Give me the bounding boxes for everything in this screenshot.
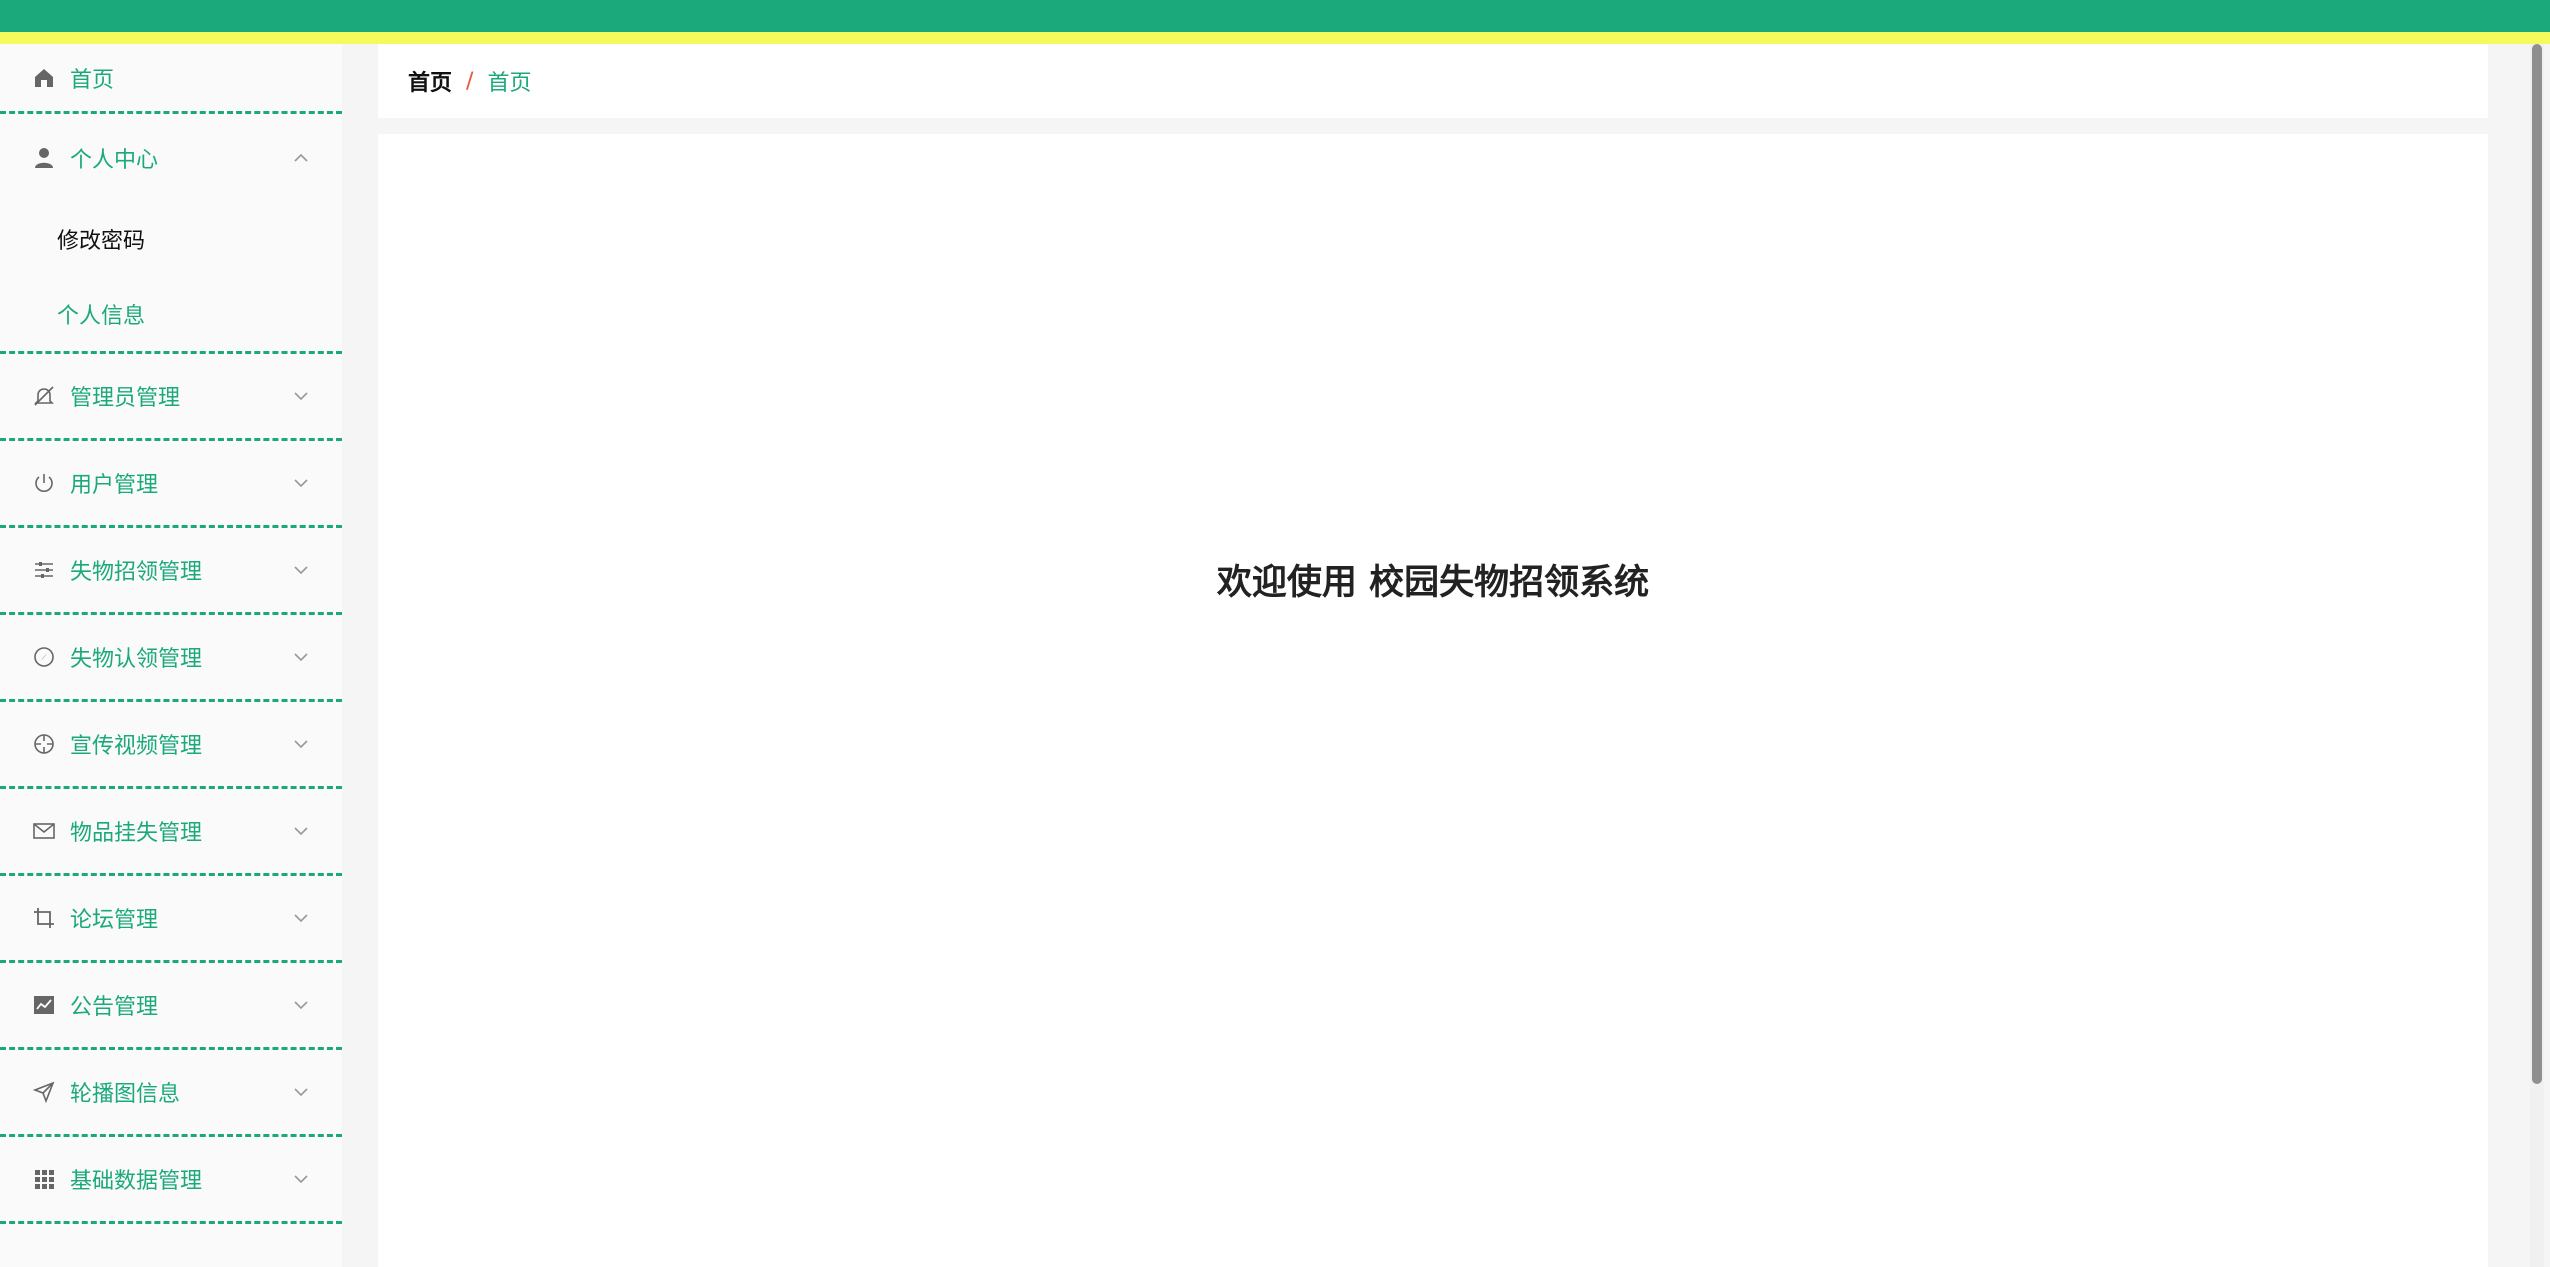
sidebar-item-label: 失物认领管理 [70, 647, 203, 672]
grid-icon [32, 1167, 56, 1191]
sidebar-item-label: 轮播图信息 [70, 1082, 181, 1107]
chevron-down-icon [292, 734, 310, 752]
bell-off-icon [32, 384, 56, 408]
sidebar-subitem-personal-info[interactable]: 个人信息 [0, 276, 342, 351]
top-header-bar [0, 0, 2550, 44]
sidebar-item-admin-management[interactable]: 管理员管理 [0, 354, 342, 441]
sidebar-item-label: 论坛管理 [70, 908, 159, 933]
sidebar-item-carousel-info[interactable]: 轮播图信息 [0, 1050, 342, 1137]
sidebar-item-basic-data-management[interactable]: 基础数据管理 [0, 1137, 342, 1224]
sidebar-item-label: 物品挂失管理 [70, 821, 203, 846]
sidebar-item-promo-video-management[interactable]: 宣传视频管理 [0, 702, 342, 789]
send-icon [32, 1080, 56, 1104]
sidebar-item-forum-management[interactable]: 论坛管理 [0, 876, 342, 963]
sliders-icon [32, 558, 56, 582]
crop-icon [32, 906, 56, 930]
sidebar-group-personal-center: 个人中心 修改密码 个人信息 [0, 114, 342, 354]
chevron-down-icon [292, 473, 310, 491]
compass-icon [32, 645, 56, 669]
sidebar-item-label: 公告管理 [70, 995, 159, 1020]
sidebar-item-lost-found-management[interactable]: 失物招领管理 [0, 528, 342, 615]
sidebar-item-personal-center[interactable]: 个人中心 [0, 114, 342, 201]
breadcrumb-current: 首页 [487, 71, 532, 96]
sidebar-item-notice-management[interactable]: 公告管理 [0, 963, 342, 1050]
sidebar-item-label: 首页 [70, 67, 115, 93]
sidebar-item-home[interactable]: 首页 [0, 44, 342, 114]
sidebar-item-label: 基础数据管理 [70, 1169, 203, 1194]
chevron-down-icon [292, 560, 310, 578]
breadcrumb: 首页 / 首页 [378, 44, 2488, 118]
sidebar-item-label: 失物招领管理 [70, 560, 203, 585]
mail-icon [32, 819, 56, 843]
sidebar-item-lost-report-management[interactable]: 物品挂失管理 [0, 789, 342, 876]
power-icon [32, 471, 56, 495]
chevron-down-icon [292, 1082, 310, 1100]
page-scrollbar[interactable] [2530, 44, 2544, 1267]
chevron-up-icon [292, 148, 310, 166]
chevron-down-icon [292, 647, 310, 665]
welcome-title: 欢迎使用 校园失物招领系统 [1216, 563, 1650, 603]
sidebar-item-label: 宣传视频管理 [70, 734, 203, 759]
chevron-down-icon [292, 1169, 310, 1187]
chevron-down-icon [292, 995, 310, 1013]
sidebar-item-user-management[interactable]: 用户管理 [0, 441, 342, 528]
sidebar-menu: 首页 个人中心 修改密码 个人信息 管理员管理 用户管理 失物招领管理 失物认领… [0, 44, 342, 1267]
breadcrumb-root[interactable]: 首页 [408, 65, 452, 97]
home-icon [32, 66, 56, 90]
chevron-down-icon [292, 821, 310, 839]
sidebar-item-claim-management[interactable]: 失物认领管理 [0, 615, 342, 702]
breadcrumb-separator: / [466, 68, 474, 94]
crosshair-icon [32, 732, 56, 756]
sidebar-subitem-change-password[interactable]: 修改密码 [0, 201, 342, 276]
chart-icon [32, 993, 56, 1017]
sidebar-item-label: 个人中心 [70, 147, 159, 173]
main-content-area: 首页 / 首页 欢迎使用 校园失物招领系统 [342, 44, 2522, 1267]
chevron-down-icon [292, 386, 310, 404]
content-panel: 欢迎使用 校园失物招领系统 [378, 134, 2488, 1267]
scrollbar-thumb[interactable] [2532, 44, 2542, 1084]
sidebar-item-label: 用户管理 [70, 473, 159, 498]
sidebar-item-label: 管理员管理 [70, 386, 181, 411]
chevron-down-icon [292, 908, 310, 926]
user-icon [32, 146, 56, 170]
